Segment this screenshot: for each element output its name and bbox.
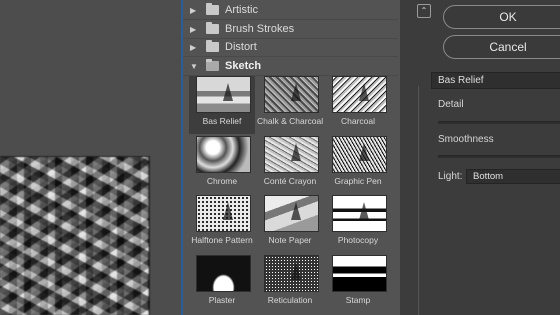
thumbnail-image xyxy=(332,255,387,292)
thumb-label: Chrome xyxy=(206,176,238,186)
triangle-down-icon: ▼ xyxy=(190,61,198,71)
thumb-label: Photocopy xyxy=(337,235,379,245)
thumbnail-image xyxy=(264,255,319,292)
thumb-label: Bas Relief xyxy=(202,116,242,126)
thumb-stamp[interactable]: Stamp xyxy=(325,255,391,313)
light-select[interactable]: Bottom xyxy=(466,169,560,184)
thumb-conte-crayon[interactable]: Conté Crayon xyxy=(257,136,323,194)
detail-label: Detail xyxy=(438,99,464,110)
thumb-label: Charcoal xyxy=(340,116,376,126)
collapse-gallery-button[interactable]: ⌃ xyxy=(417,4,431,18)
thumb-label: Conté Crayon xyxy=(263,176,317,186)
smoothness-slider[interactable] xyxy=(438,155,560,158)
thumb-reticulation[interactable]: Reticulation xyxy=(257,255,323,313)
thumb-halftone-pattern[interactable]: Halftone Pattern xyxy=(189,195,255,253)
thumb-label: Plaster xyxy=(208,295,236,305)
folder-icon xyxy=(206,3,219,15)
thumb-plaster[interactable]: Plaster xyxy=(189,255,255,313)
thumb-label: Reticulation xyxy=(267,295,313,305)
thumbnail-image xyxy=(264,195,319,232)
smoothness-label: Smoothness xyxy=(438,134,494,145)
preview-pane xyxy=(0,0,181,315)
folder-label: Distort xyxy=(225,41,257,53)
triangle-right-icon: ▶ xyxy=(190,5,197,15)
folder-icon xyxy=(206,40,219,52)
thumbnail-image xyxy=(332,76,387,113)
thumbnail-image xyxy=(196,195,251,232)
preview-image[interactable] xyxy=(0,156,150,315)
folder-distort[interactable]: ▶ Distort xyxy=(183,38,398,57)
light-label: Light: xyxy=(438,171,463,182)
thumb-label: Halftone Pattern xyxy=(191,235,253,245)
folder-label: Sketch xyxy=(225,60,262,72)
thumb-chalk-charcoal[interactable]: Chalk & Charcoal xyxy=(257,76,323,134)
folder-sketch[interactable]: ▼ Sketch xyxy=(183,57,398,76)
ok-button[interactable]: OK xyxy=(443,5,560,29)
folder-label: Artistic xyxy=(225,4,258,16)
filter-gallery: ▶ Artistic ▶ Brush Strokes ▶ Distort ▼ S… xyxy=(181,0,400,315)
filter-select[interactable]: Bas Relief xyxy=(431,72,560,89)
thumbnail-image xyxy=(264,76,319,113)
triangle-right-icon: ▶ xyxy=(190,42,197,52)
thumbnail-image xyxy=(264,136,319,173)
thumbnail-image xyxy=(332,136,387,173)
thumb-label: Graphic Pen xyxy=(334,176,382,186)
thumb-bas-relief[interactable]: Bas Relief xyxy=(189,76,255,134)
thumbnail-image xyxy=(196,136,251,173)
thumb-note-paper[interactable]: Note Paper xyxy=(257,195,323,253)
thumb-label: Note Paper xyxy=(268,235,312,245)
open-folder-icon xyxy=(206,59,219,71)
thumb-charcoal[interactable]: Charcoal xyxy=(325,76,391,134)
folder-label: Brush Strokes xyxy=(225,23,295,35)
folder-artistic[interactable]: ▶ Artistic xyxy=(183,1,398,20)
folder-icon xyxy=(206,22,219,34)
triangle-right-icon: ▶ xyxy=(190,24,197,34)
thumb-graphic-pen[interactable]: Graphic Pen xyxy=(325,136,391,194)
thumb-label: Chalk & Charcoal xyxy=(257,116,324,126)
thumb-photocopy[interactable]: Photocopy xyxy=(325,195,391,253)
thumbnail-image xyxy=(332,195,387,232)
thumbnail-image xyxy=(196,76,251,113)
thumbnail-image xyxy=(196,255,251,292)
detail-slider[interactable] xyxy=(438,121,560,124)
cancel-button[interactable]: Cancel xyxy=(443,35,560,59)
thumb-label: Stamp xyxy=(345,295,371,305)
thumb-chrome[interactable]: Chrome xyxy=(189,136,255,194)
folder-brush-strokes[interactable]: ▶ Brush Strokes xyxy=(183,20,398,39)
